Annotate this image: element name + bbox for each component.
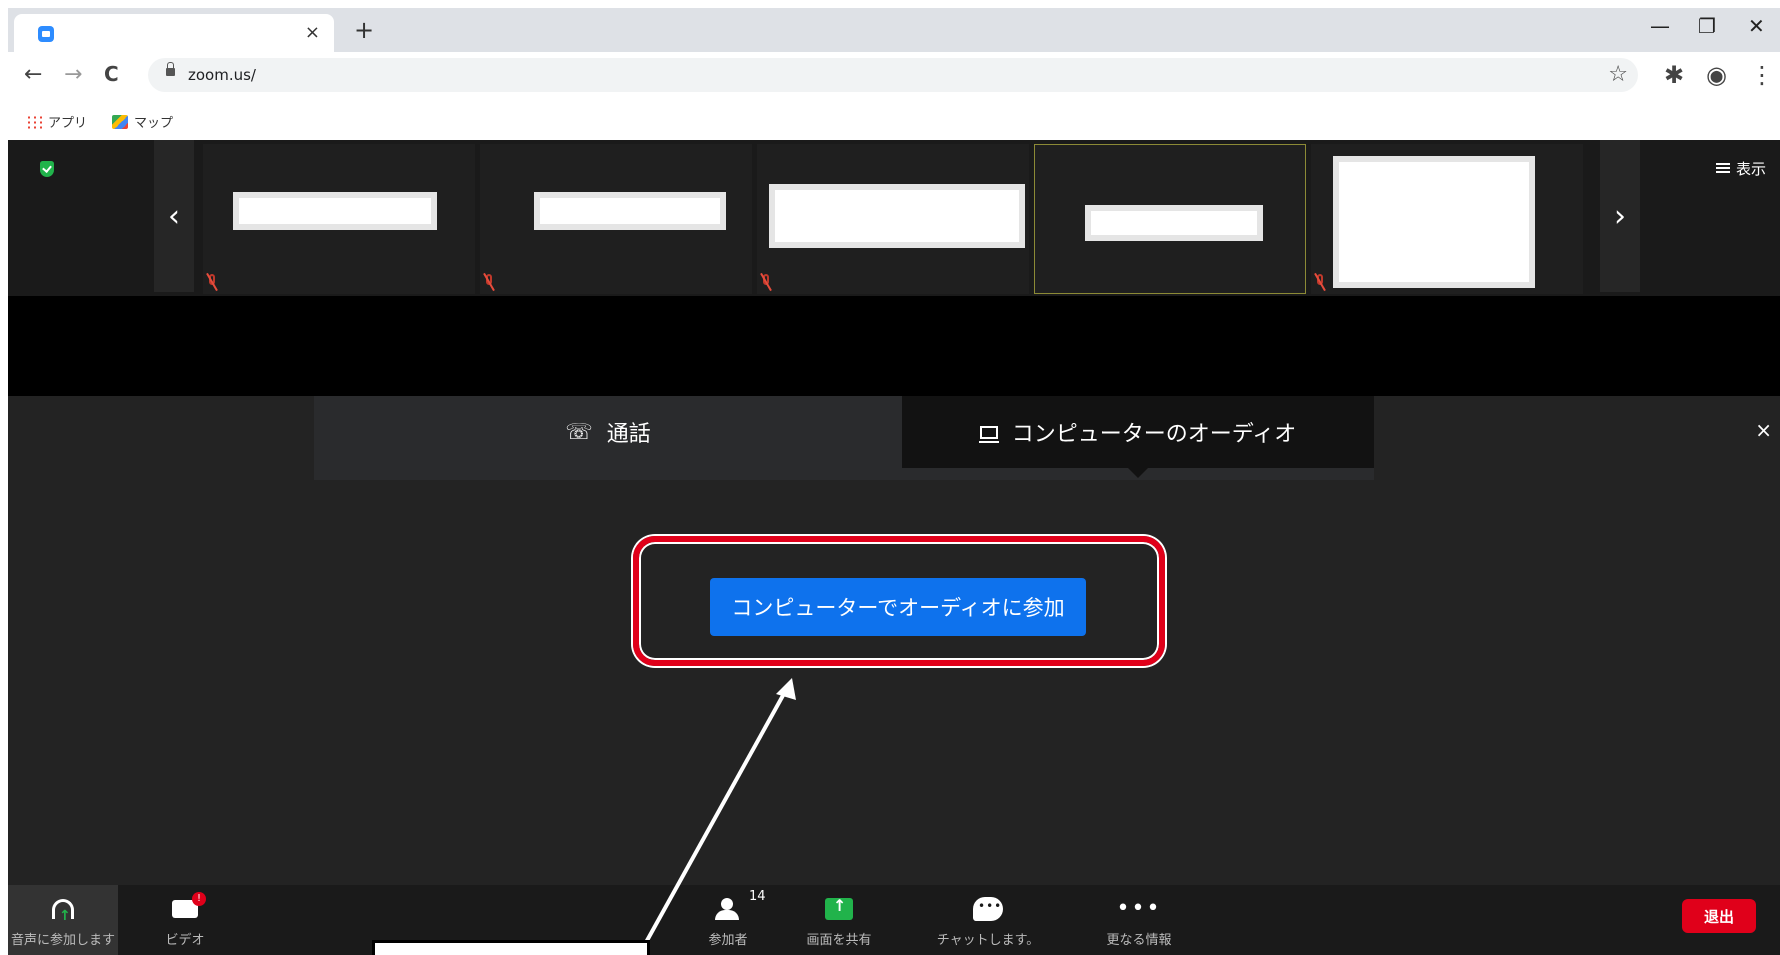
more-dots-icon: •••	[1116, 895, 1162, 921]
address-bar[interactable]: zoom.us/ ☆	[148, 58, 1638, 92]
tab-strip: × + — ❐ ✕	[8, 8, 1780, 52]
view-layout-button[interactable]: 表示	[1715, 158, 1766, 179]
zoom-favicon-icon	[38, 26, 54, 42]
phone-icon: ☏	[565, 419, 593, 445]
maps-icon	[112, 114, 128, 129]
main-video-area	[8, 296, 1780, 396]
window-restore-button[interactable]: ❐	[1698, 14, 1716, 38]
chat-button[interactable]: チャットします。	[918, 885, 1058, 955]
tab-computer-audio[interactable]: コンピューターのオーディオ	[902, 396, 1374, 478]
filmstrip-next-button[interactable]: ›	[1600, 140, 1640, 292]
video-button[interactable]: ビデオ	[142, 885, 228, 955]
tab-close-button[interactable]: ×	[305, 22, 320, 43]
participant-video-tile[interactable]	[1311, 144, 1583, 294]
video-placeholder	[1333, 156, 1535, 288]
lock-icon	[166, 62, 175, 76]
video-placeholder	[233, 192, 437, 230]
browser-menu-icon[interactable]: ⋮	[1750, 61, 1774, 89]
reload-button[interactable]: C	[104, 62, 119, 86]
bookmark-star-icon[interactable]: ☆	[1608, 62, 1628, 87]
browser-tab[interactable]: ×	[14, 14, 334, 52]
new-tab-button[interactable]: +	[354, 16, 374, 44]
join-audio-dialog: ☏ 通話 コンピューターのオーディオ × コンピューターでオーディオに参加	[8, 396, 1780, 955]
apps-grid-icon	[26, 114, 42, 129]
participant-video-tile[interactable]	[480, 144, 752, 294]
zoom-meeting-window: ‹ › 表示 ☏ 通話 コンピューターのオーディオ × コンピューターでオーディ…	[8, 140, 1780, 955]
bookmark-apps[interactable]: アプリ	[26, 112, 87, 131]
extensions-icon[interactable]: ✱	[1664, 61, 1684, 89]
security-shield-icon[interactable]	[40, 161, 54, 177]
back-button[interactable]: ←	[24, 62, 42, 87]
video-camera-icon	[172, 891, 206, 918]
headphone-icon	[52, 898, 74, 924]
video-placeholder	[534, 192, 726, 230]
more-label: 更なる情報	[1106, 932, 1172, 948]
tab-phone-call[interactable]: ☏ 通話	[314, 396, 902, 468]
participant-video-tile[interactable]	[757, 144, 1029, 294]
tab-computer-audio-label: コンピューターのオーディオ	[1011, 422, 1297, 447]
participant-video-tile-active-speaker[interactable]	[1034, 144, 1306, 294]
muted-mic-icon	[1315, 274, 1325, 290]
audio-tab-bar: ☏ 通話 コンピューターのオーディオ	[314, 396, 1374, 480]
participants-icon	[715, 897, 741, 920]
address-url: zoom.us/	[188, 66, 256, 84]
navigation-bar: ← → C zoom.us/ ☆ ✱ ◉ ⋮	[8, 52, 1780, 102]
window-minimize-button[interactable]: —	[1650, 14, 1670, 38]
video-placeholder	[1085, 205, 1263, 241]
muted-mic-icon	[484, 274, 494, 290]
participant-video-tile[interactable]	[203, 144, 475, 294]
join-audio-button[interactable]: 音声に参加します	[8, 885, 118, 955]
video-label: ビデオ	[165, 932, 205, 948]
bookmark-maps-label: マップ	[134, 116, 174, 131]
join-with-computer-audio-button[interactable]: コンピューターでオーディオに参加	[710, 578, 1086, 636]
annotation-callout-box	[372, 940, 650, 955]
bookmark-apps-label: アプリ	[48, 116, 88, 131]
tab-phone-call-label: 通話	[606, 422, 651, 447]
view-layout-label: 表示	[1735, 160, 1766, 178]
participants-button[interactable]: 14 参加者	[682, 885, 774, 955]
computer-monitor-icon	[978, 425, 999, 443]
meeting-toolbar: 音声に参加します ビデオ 14 参加者 画面を共有 チャットします。	[8, 885, 1780, 955]
gallery-grid-icon	[1715, 162, 1730, 175]
more-button[interactable]: ••• 更なる情報	[1084, 885, 1194, 955]
window-close-button[interactable]: ✕	[1748, 14, 1765, 38]
forward-button[interactable]: →	[64, 62, 82, 87]
filmstrip-prev-button[interactable]: ‹	[154, 140, 194, 292]
screenshot-frame: × + — ❐ ✕ ← → C zoom.us/ ☆ ✱ ◉ ⋮ アプリ マップ…	[0, 0, 1780, 955]
participant-count-badge: 14	[749, 888, 766, 904]
join-audio-label: 音声に参加します	[10, 932, 115, 948]
share-screen-label: 画面を共有	[806, 932, 872, 948]
share-screen-button[interactable]: 画面を共有	[784, 885, 894, 955]
leave-meeting-button[interactable]: 退出	[1682, 899, 1756, 933]
chat-label: チャットします。	[936, 932, 1040, 948]
muted-mic-icon	[761, 274, 771, 290]
bookmarks-bar: アプリ マップ	[8, 102, 1780, 141]
muted-mic-icon	[207, 274, 217, 290]
share-screen-icon	[825, 896, 853, 920]
chat-bubble-icon	[973, 896, 1003, 921]
profile-icon[interactable]: ◉	[1706, 61, 1727, 89]
browser-chrome: × + — ❐ ✕ ← → C zoom.us/ ☆ ✱ ◉ ⋮ アプリ マップ	[8, 8, 1780, 141]
bookmark-maps[interactable]: マップ	[112, 112, 173, 131]
video-filmstrip: ‹ › 表示	[8, 140, 1780, 296]
video-placeholder	[769, 184, 1025, 248]
dialog-close-button[interactable]: ×	[1755, 418, 1772, 442]
participants-label: 参加者	[708, 932, 748, 948]
